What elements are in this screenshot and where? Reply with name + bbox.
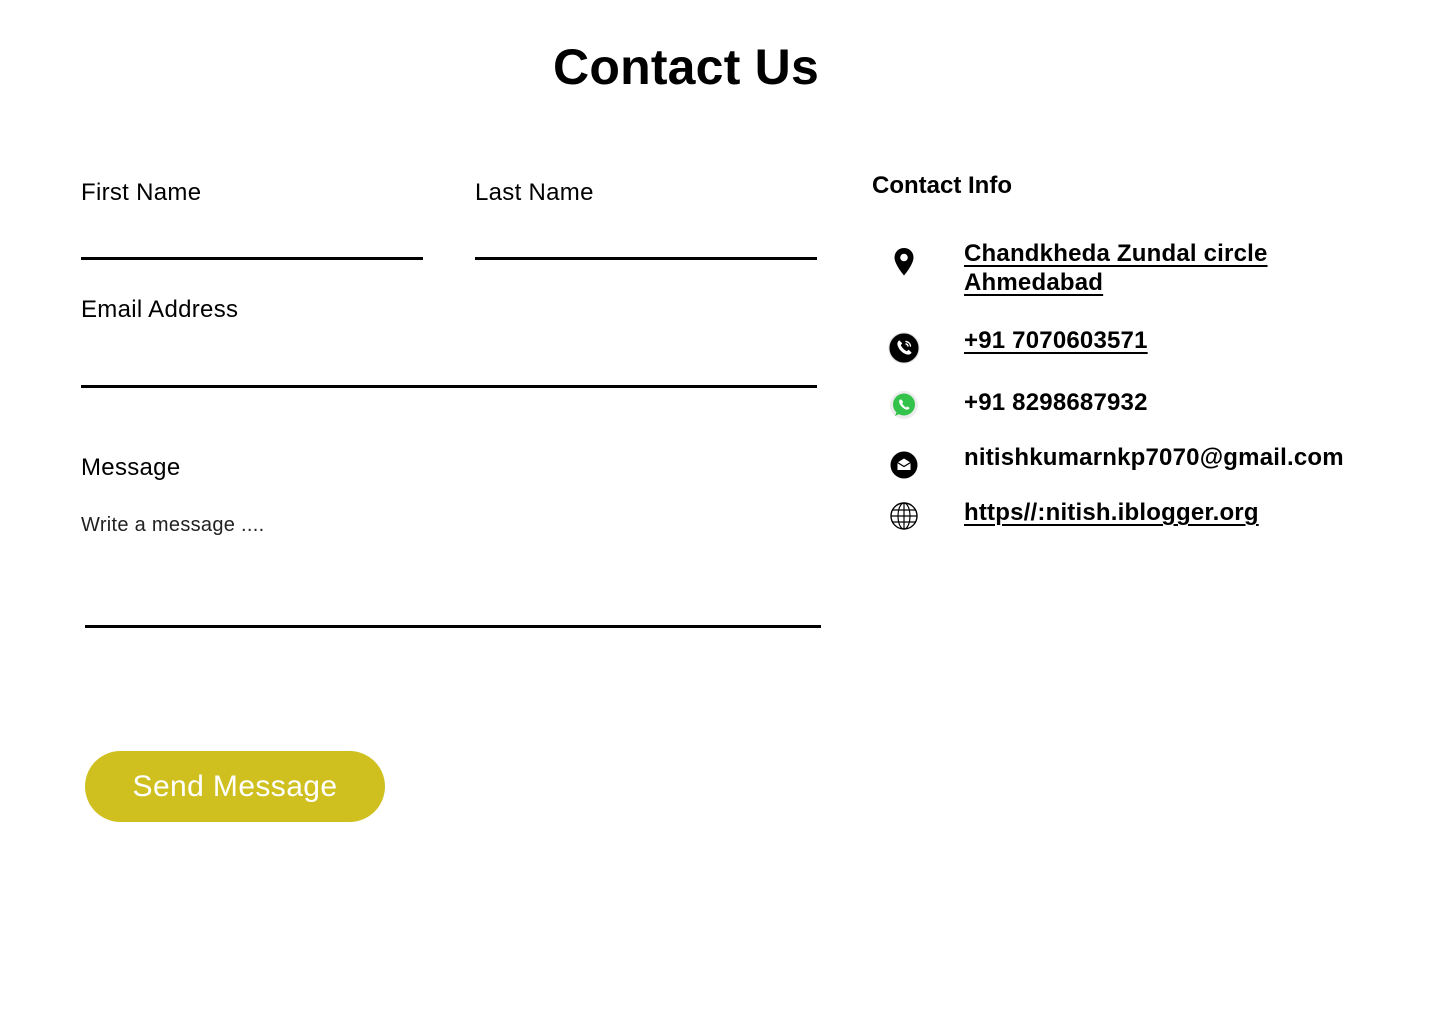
last-name-label: Last Name bbox=[475, 179, 594, 206]
contact-info-heading: Contact Info bbox=[872, 172, 1012, 199]
phone-link[interactable]: +91 7070603571 bbox=[964, 326, 1148, 355]
page-title: Contact Us bbox=[553, 39, 819, 95]
map-pin-icon bbox=[888, 246, 920, 278]
email-label: Email Address bbox=[81, 296, 239, 323]
phone-icon bbox=[888, 332, 920, 364]
send-message-button[interactable]: Send Message bbox=[85, 751, 385, 822]
whatsapp-number: +91 8298687932 bbox=[964, 389, 1148, 416]
envelope-icon bbox=[888, 449, 920, 481]
address-link[interactable]: Chandkheda Zundal circle Ahmedabad bbox=[964, 239, 1268, 297]
email-input[interactable] bbox=[81, 356, 817, 388]
first-name-input[interactable] bbox=[81, 230, 423, 260]
message-input[interactable] bbox=[81, 510, 821, 540]
website-link[interactable]: https//:nitish.iblogger.org bbox=[964, 498, 1259, 527]
globe-icon bbox=[888, 500, 920, 532]
email-address: nitishkumarnkp7070@gmail.com bbox=[964, 444, 1344, 471]
message-underline bbox=[85, 625, 821, 628]
message-label: Message bbox=[81, 454, 181, 481]
first-name-label: First Name bbox=[81, 179, 202, 206]
contact-page: Contact Us First Name Last Name Email Ad… bbox=[0, 0, 1440, 1024]
last-name-input[interactable] bbox=[475, 230, 817, 260]
whatsapp-icon bbox=[888, 389, 920, 421]
address-line1: Chandkheda Zundal circle bbox=[964, 240, 1268, 267]
address-line2: Ahmedabad bbox=[964, 269, 1104, 296]
